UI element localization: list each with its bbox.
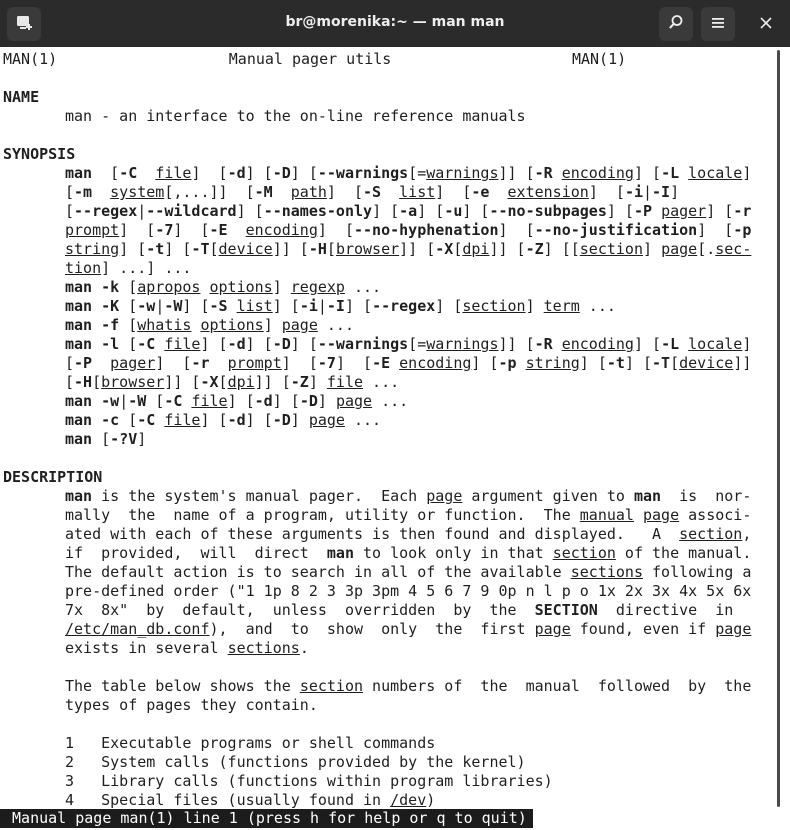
- search-button[interactable]: [659, 7, 693, 41]
- section-desc: System calls (functions provided by the …: [101, 753, 526, 771]
- synopsis-line: [--regex|--wildcard] [--names-only] [-a]…: [65, 202, 752, 220]
- description-line: ated with each of these arguments is the…: [65, 525, 752, 543]
- sections-table-row: 2 System calls (functions provided by th…: [65, 753, 526, 772]
- synopsis-line: man -w|-W [-C file] [-d] [-D] page ...: [65, 392, 409, 410]
- title-bar: br@morenika:~ — man man: [0, 0, 790, 47]
- synopsis-line: man [-C file] [-d] [-D] [--warnings[=war…: [65, 164, 752, 182]
- synopsis-line: man -c [-C file] [-d] [-D] page ...: [65, 411, 382, 429]
- description-line: /etc/man_db.conf), and to show only the …: [65, 620, 752, 638]
- name-line: man - an interface to the on-line refere…: [65, 107, 526, 125]
- synopsis-line: man -K [-w|-W] [-S list] [-i|-I] [--rege…: [65, 297, 616, 315]
- header-left: MAN(1): [3, 50, 58, 68]
- description-line: types of pages they contain.: [65, 696, 318, 714]
- header-center: Manual pager utils: [228, 50, 392, 68]
- search-icon: [668, 14, 684, 34]
- synopsis-line: tion] ...] ...: [65, 259, 192, 277]
- man-header: MAN(1) Manual pager utils MAN(1): [3, 50, 626, 69]
- section-desc: Executable programs or shell commands: [101, 734, 436, 752]
- hamburger-menu-icon: [710, 15, 726, 34]
- description-line: The table below shows the section number…: [65, 677, 752, 695]
- section-heading-name: NAME: [3, 88, 40, 106]
- description-line: 7x 8x" by default, unless overridden by …: [65, 601, 734, 619]
- description-line: man is the system's manual pager. Each p…: [65, 487, 752, 505]
- section-number: 3: [65, 772, 75, 790]
- scrollbar[interactable]: [777, 50, 780, 807]
- sections-table-row: 1 Executable programs or shell commands: [65, 734, 435, 753]
- section-heading-description: DESCRIPTION: [3, 468, 103, 486]
- description-line: mally the name of a program, utility or …: [65, 506, 752, 524]
- pager-status-line: Manual page man(1) line 1 (press h for h…: [0, 809, 533, 828]
- sections-table-row: 4 Special files (usually found in /dev): [65, 791, 436, 809]
- synopsis-line: man -f [whatis options] page ...: [65, 316, 354, 334]
- description-line: if provided, will direct man to look onl…: [65, 544, 752, 562]
- section-number: 2: [65, 753, 75, 771]
- description-line: pre-defined order ("1 1p 8 2 3 3p 3pm 4 …: [65, 582, 752, 600]
- description-line: The default action is to search in all o…: [65, 563, 752, 581]
- synopsis-line: [-m system[,...]] [-M path] [-S list] [-…: [65, 183, 680, 201]
- close-icon: [760, 14, 772, 33]
- header-right: MAN(1): [571, 50, 627, 68]
- section-desc: Library calls (functions within program …: [101, 772, 553, 790]
- section-heading-synopsis: SYNOPSIS: [3, 145, 76, 163]
- synopsis-line: man [-?V]: [65, 430, 147, 448]
- synopsis-line: prompt] [-7] [-E encoding] [--no-hyphena…: [65, 221, 752, 239]
- section-number: 1: [65, 734, 75, 752]
- synopsis-line: [-P pager] [-r prompt] [-7] [-E encoding…: [65, 354, 752, 372]
- synopsis-line: man -k [apropos options] regexp ...: [65, 278, 382, 296]
- synopsis-line: [-H[browser]] [-X[dpi]] [-Z] file ...: [65, 373, 400, 391]
- sections-table-row: 3 Library calls (functions within progra…: [65, 772, 553, 791]
- menu-button[interactable]: [701, 7, 735, 41]
- description-line: exists in several sections.: [65, 639, 309, 657]
- close-button[interactable]: [757, 14, 775, 32]
- section-number: 4: [65, 791, 75, 809]
- synopsis-line: man -l [-C file] [-d] [-D] [--warnings[=…: [65, 335, 752, 353]
- synopsis-line: string] [-t] [-T[device]] [-H[browser]] …: [65, 240, 752, 258]
